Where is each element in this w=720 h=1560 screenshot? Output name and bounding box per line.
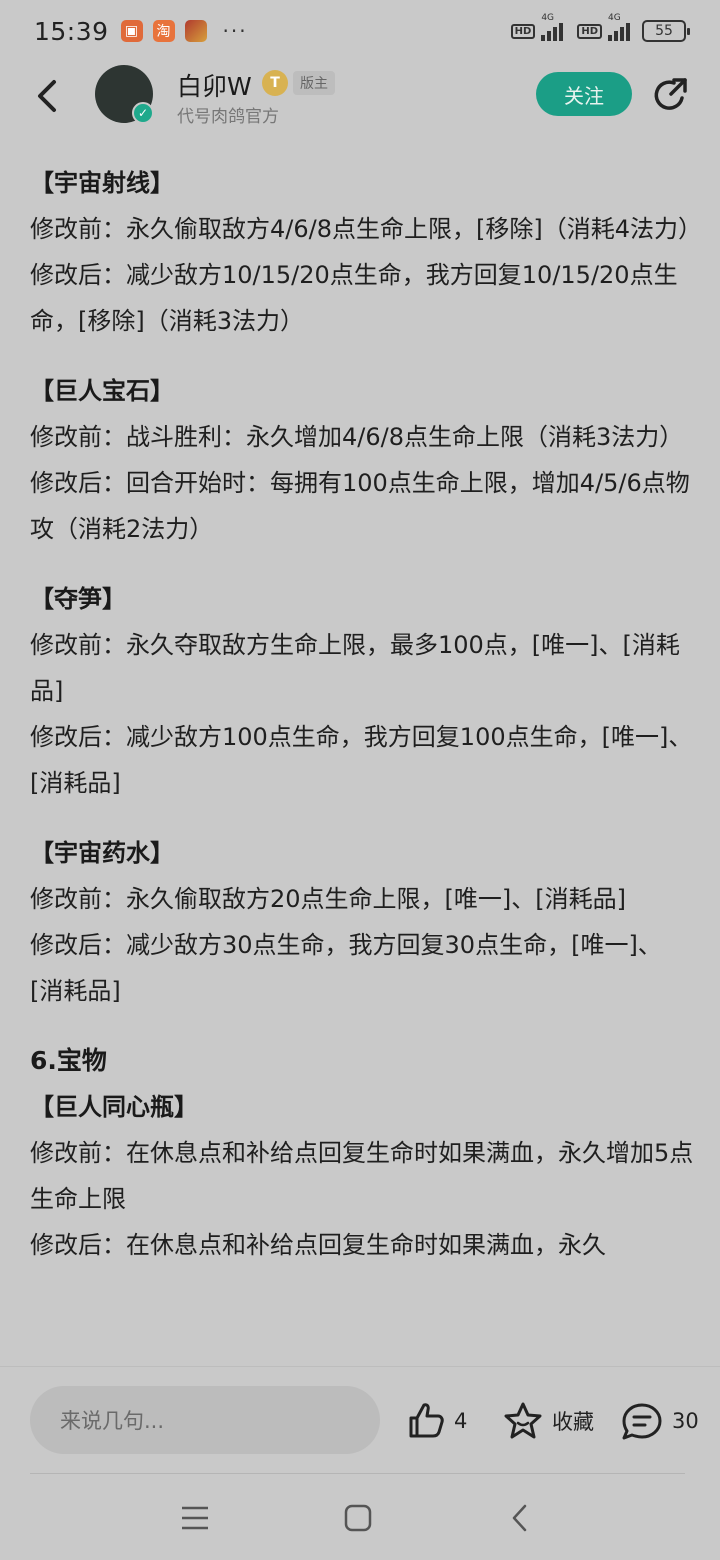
section-line: 修改前：永久偷取敌方20点生命上限，[唯一]、[消耗品]: [30, 885, 626, 913]
section-line: 修改后：在休息点和补给点回复生命时如果满血，永久: [30, 1231, 606, 1259]
section-title: 【巨人同心瓶】: [30, 1093, 198, 1121]
section-title: 【宇宙射线】: [30, 169, 174, 197]
system-nav-bar: [0, 1474, 720, 1560]
section-title: 【巨人宝石】: [30, 377, 174, 405]
treasure-heading: 6.宝物: [30, 1046, 107, 1075]
level-badge: T: [262, 70, 288, 96]
home-icon: [344, 1504, 372, 1532]
favorite-button[interactable]: 收藏: [502, 1401, 594, 1441]
comment-input[interactable]: 来说几句...: [30, 1386, 380, 1454]
like-count: 4: [454, 1409, 468, 1433]
post-content: 【宇宙射线】 修改前：永久偷取敌方4/6/8点生命上限，[移除]（消耗4法力） …: [30, 160, 695, 1365]
status-time: 15:39: [34, 16, 109, 46]
author-subtitle: 代号肉鸽官方: [177, 107, 279, 127]
section-line: 修改前：永久偷取敌方4/6/8点生命上限，[移除]（消耗4法力）: [30, 215, 695, 243]
post-section: 【宇宙药水】 修改前：永久偷取敌方20点生命上限，[唯一]、[消耗品] 修改后：…: [30, 830, 695, 1014]
comment-button[interactable]: 30: [620, 1401, 699, 1441]
status-bar: 15:39 ▣ 淘 ··· HD 4G HD 4G 55: [0, 0, 720, 62]
status-app-icons: ▣ 淘: [120, 20, 207, 42]
section-line: 修改后：减少敌方100点生命，我方回复100点生命，[唯一]、[消耗品]: [30, 723, 693, 797]
system-back-button[interactable]: [500, 1500, 540, 1536]
hd-icon-2: HD: [577, 23, 602, 39]
status-indicators: HD 4G HD 4G 55: [510, 13, 690, 42]
section-line: 修改前：永久夺取敌方生命上限，最多100点，[唯一]、[消耗品]: [30, 631, 680, 705]
comment-icon: [622, 1403, 662, 1440]
comment-count: 30: [672, 1409, 699, 1433]
taobao-app-icon: 淘: [152, 20, 175, 42]
post-section: 【巨人宝石】 修改前：战斗胜利：永久增加4/6/8点生命上限（消耗3法力） 修改…: [30, 368, 695, 552]
section-title: 【夺笋】: [30, 585, 126, 613]
follow-button[interactable]: 关注: [536, 72, 632, 116]
back-button[interactable]: [30, 76, 66, 116]
like-icon: [409, 1403, 444, 1438]
nav-back-icon: [512, 1504, 527, 1532]
star-icon: [504, 1402, 542, 1439]
signal-icon: 4G: [541, 13, 564, 41]
back-icon: [38, 80, 56, 112]
signal-icon-2: 4G: [608, 13, 630, 41]
section-line: 修改前：战斗胜利：永久增加4/6/8点生命上限（消耗3法力）: [30, 423, 684, 451]
post-section: 【夺笋】 修改前：永久夺取敌方生命上限，最多100点，[唯一]、[消耗品] 修改…: [30, 576, 695, 806]
author-name[interactable]: 白卯W: [177, 67, 252, 103]
section-line: 修改前：在休息点和补给点回复生命时如果满血，永久增加5点生命上限: [30, 1139, 694, 1213]
game-app-icon: [184, 20, 207, 42]
battery-icon: 55: [642, 20, 690, 42]
role-badge: 版主: [293, 71, 335, 95]
section-line: 修改后：减少敌方10/15/20点生命，我方回复10/15/20点生命，[移除]…: [30, 261, 678, 335]
post-header: ✓ 白卯W T 版主 代号肉鸽官方 关注: [0, 62, 720, 132]
menu-icon: [182, 1506, 208, 1530]
section-line: 修改后：回合开始时：每拥有100点生命上限，增加4/5/6点物攻（消耗2法力）: [30, 469, 690, 543]
post-section: 6.宝物 【巨人同心瓶】 修改前：在休息点和补给点回复生命时如果满血，永久增加5…: [30, 1038, 695, 1268]
favorite-label: 收藏: [552, 1410, 594, 1434]
hd-icon: HD: [510, 23, 536, 39]
share-icon: [654, 78, 687, 110]
section-title: 【宇宙药水】: [30, 839, 174, 867]
section-line: 修改后：减少敌方30点生命，我方回复30点生命，[唯一]、[消耗品]: [30, 931, 662, 1005]
bottom-action-bar: 来说几句... 4 收藏 30: [0, 1366, 720, 1474]
share-button[interactable]: [652, 76, 690, 114]
recent-apps-button[interactable]: [175, 1500, 215, 1536]
verified-icon: ✓: [132, 102, 154, 124]
shopping-app-icon: ▣: [120, 20, 143, 42]
status-more-icon: ···: [222, 19, 248, 43]
like-button[interactable]: 4: [406, 1401, 467, 1441]
post-section: 【宇宙射线】 修改前：永久偷取敌方4/6/8点生命上限，[移除]（消耗4法力） …: [30, 160, 695, 344]
home-button[interactable]: [338, 1500, 378, 1536]
